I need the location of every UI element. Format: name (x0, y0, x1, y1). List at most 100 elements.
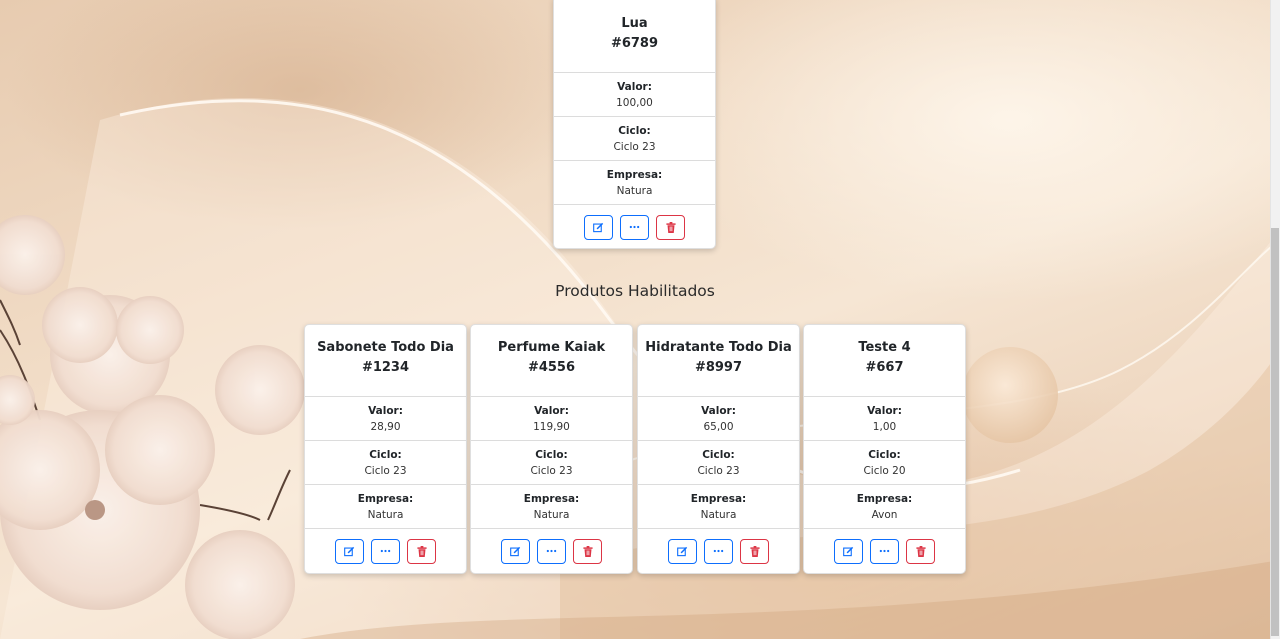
three-dots-icon (713, 549, 724, 553)
field-value: Natura (700, 509, 737, 521)
three-dots-icon (879, 549, 890, 553)
card-header: Lua #6789 (554, 0, 715, 73)
pencil-square-icon (344, 546, 355, 556)
field-label: Valor: (701, 405, 736, 417)
product-name: Sabonete Todo Dia (317, 340, 454, 355)
field-value: 100,00 (616, 97, 653, 109)
delete-button[interactable] (906, 538, 935, 564)
field-value: 28,90 (370, 421, 401, 433)
field-label: Ciclo: (535, 449, 568, 461)
card-header: Teste 4 #667 (804, 325, 965, 397)
product-name: Hidratante Todo Dia (645, 340, 792, 355)
trash-icon (915, 545, 926, 557)
more-button[interactable] (371, 538, 400, 564)
pencil-square-icon (593, 222, 604, 232)
field-empresa: Empresa: Natura (305, 485, 466, 529)
delete-button[interactable] (740, 538, 769, 564)
field-valor: Valor: 119,90 (471, 397, 632, 441)
more-button[interactable] (537, 538, 566, 564)
delete-button[interactable] (656, 214, 685, 240)
product-code: #4556 (527, 360, 576, 375)
more-button[interactable] (870, 538, 899, 564)
field-ciclo: Ciclo: Ciclo 20 (804, 441, 965, 485)
pencil-square-icon (677, 546, 688, 556)
field-valor: Valor: 28,90 (305, 397, 466, 441)
product-card: Teste 4 #667 Valor: 1,00 Ciclo: Ciclo 20… (803, 324, 966, 574)
field-ciclo: Ciclo: Ciclo 23 (305, 441, 466, 485)
more-button[interactable] (704, 538, 733, 564)
field-label: Valor: (867, 405, 902, 417)
field-value: Ciclo 23 (530, 465, 573, 477)
product-card: Sabonete Todo Dia #1234 Valor: 28,90 Cic… (304, 324, 467, 574)
card-actions (305, 529, 466, 573)
edit-button[interactable] (668, 538, 697, 564)
card-actions (554, 205, 715, 248)
three-dots-icon (546, 549, 557, 553)
trash-icon (582, 545, 593, 557)
field-label: Empresa: (856, 493, 913, 505)
scrollbar-thumb[interactable] (1271, 228, 1279, 636)
card-header: Hidratante Todo Dia #8997 (638, 325, 799, 397)
field-label: Ciclo: (702, 449, 735, 461)
card-actions (804, 529, 965, 573)
field-value: Avon (871, 509, 898, 521)
trash-icon (416, 545, 427, 557)
card-actions (638, 529, 799, 573)
field-label: Empresa: (357, 493, 414, 505)
pencil-square-icon (843, 546, 854, 556)
field-label: Ciclo: (618, 125, 651, 137)
field-value: 119,90 (533, 421, 570, 433)
field-label: Valor: (534, 405, 569, 417)
field-label: Valor: (368, 405, 403, 417)
field-value: Ciclo 23 (697, 465, 740, 477)
product-code: #8997 (694, 360, 743, 375)
field-label: Empresa: (523, 493, 580, 505)
field-valor: Valor: 100,00 (554, 73, 715, 117)
field-label: Empresa: (690, 493, 747, 505)
product-card: Hidratante Todo Dia #8997 Valor: 65,00 C… (637, 324, 800, 574)
field-value: Ciclo 23 (613, 141, 656, 153)
product-name: Lua (621, 16, 648, 31)
field-label: Empresa: (606, 169, 663, 181)
pencil-square-icon (510, 546, 521, 556)
product-name: Teste 4 (858, 340, 911, 355)
field-valor: Valor: 1,00 (804, 397, 965, 441)
field-empresa: Empresa: Natura (638, 485, 799, 529)
trash-icon (665, 221, 676, 233)
field-value: 1,00 (872, 421, 897, 433)
field-value: 65,00 (703, 421, 734, 433)
field-empresa: Empresa: Natura (554, 161, 715, 205)
field-value: Natura (616, 185, 653, 197)
section-title: Produtos Habilitados (555, 282, 715, 300)
field-empresa: Empresa: Avon (804, 485, 965, 529)
field-value: Natura (533, 509, 570, 521)
edit-button[interactable] (501, 538, 530, 564)
card-header: Sabonete Todo Dia #1234 (305, 325, 466, 397)
product-code: #6789 (610, 36, 659, 51)
more-button[interactable] (620, 214, 649, 240)
field-value: Natura (367, 509, 404, 521)
three-dots-icon (380, 549, 391, 553)
card-actions (471, 529, 632, 573)
product-code: #1234 (361, 360, 410, 375)
field-empresa: Empresa: Natura (471, 485, 632, 529)
product-name: Perfume Kaiak (497, 340, 606, 355)
field-label: Valor: (617, 81, 652, 93)
edit-button[interactable] (335, 538, 364, 564)
product-code: #667 (865, 360, 904, 375)
vertical-scrollbar[interactable] (1270, 0, 1280, 639)
edit-button[interactable] (834, 538, 863, 564)
three-dots-icon (629, 225, 640, 229)
edit-button[interactable] (584, 214, 613, 240)
field-value: Ciclo 20 (863, 465, 906, 477)
product-card: Perfume Kaiak #4556 Valor: 119,90 Ciclo:… (470, 324, 633, 574)
field-ciclo: Ciclo: Ciclo 23 (554, 117, 715, 161)
field-ciclo: Ciclo: Ciclo 23 (638, 441, 799, 485)
product-card-lua: Lua #6789 Valor: 100,00 Ciclo: Ciclo 23 … (553, 0, 716, 249)
field-valor: Valor: 65,00 (638, 397, 799, 441)
card-header: Perfume Kaiak #4556 (471, 325, 632, 397)
delete-button[interactable] (407, 538, 436, 564)
field-label: Ciclo: (369, 449, 402, 461)
field-ciclo: Ciclo: Ciclo 23 (471, 441, 632, 485)
delete-button[interactable] (573, 538, 602, 564)
